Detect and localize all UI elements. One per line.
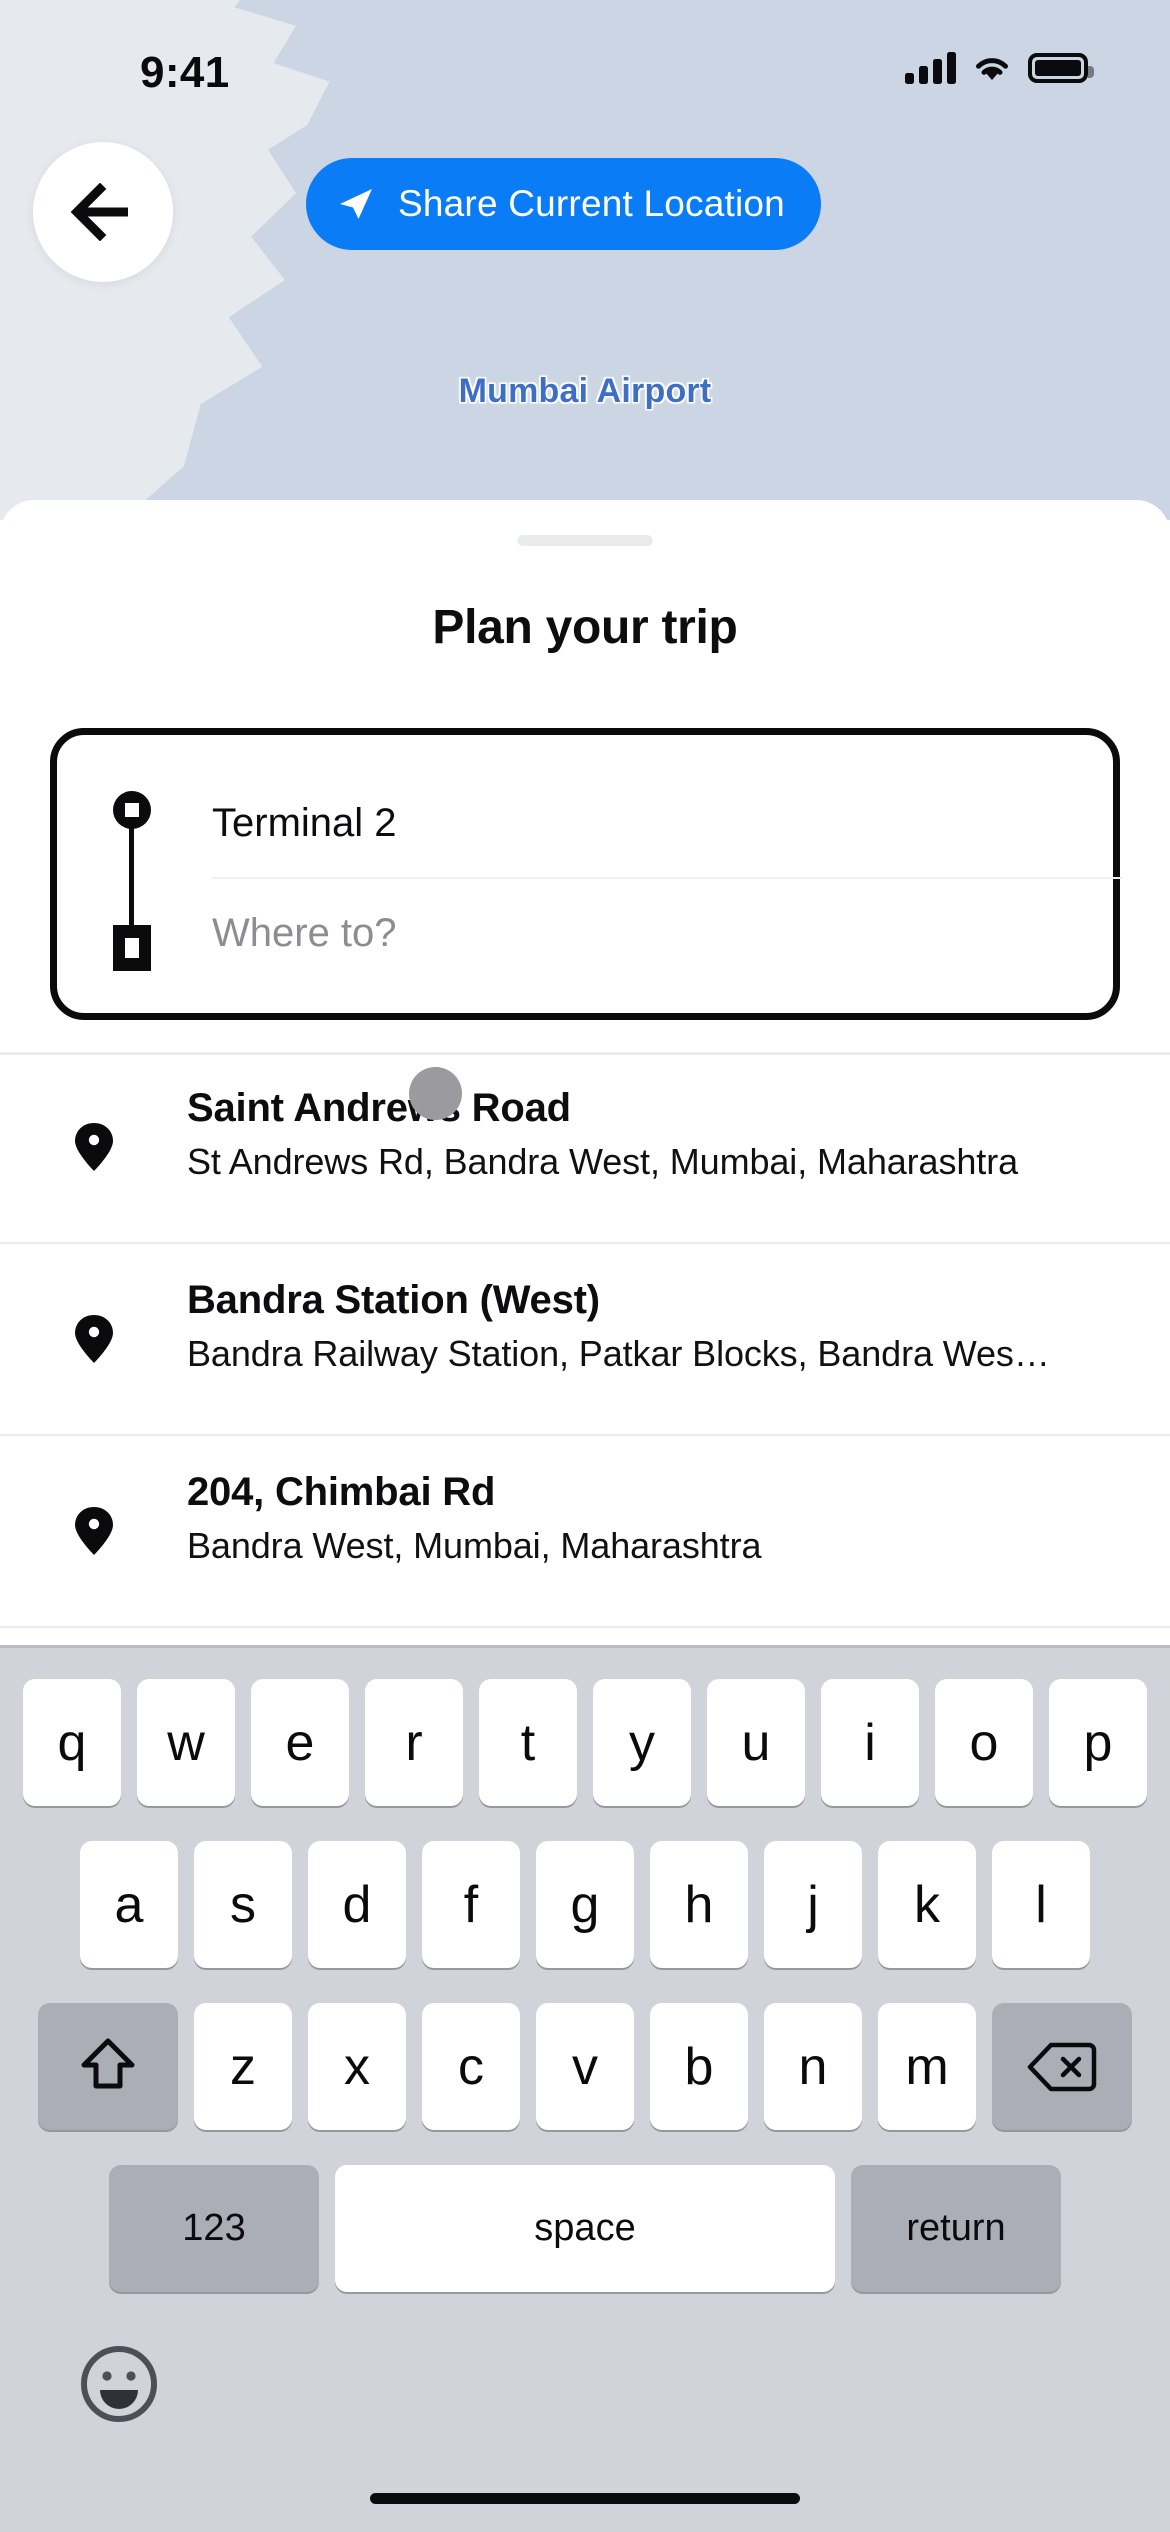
emoji-smiley-icon	[81, 2346, 157, 2422]
keyboard-top-divider	[0, 1645, 1170, 1648]
key-t[interactable]: t	[479, 1679, 577, 1806]
keyboard-row-2: a s d f g h j k l	[0, 1841, 1170, 1968]
emoji-key[interactable]	[78, 2343, 160, 2425]
origin-input[interactable]: Terminal 2	[212, 773, 1092, 873]
route-input-box: Terminal 2 Where to?	[50, 728, 1122, 1020]
arrow-left-icon	[70, 183, 128, 241]
route-connector-line	[129, 825, 134, 933]
page-title: Plan your trip	[432, 601, 738, 654]
key-l[interactable]: l	[992, 1841, 1090, 1968]
shift-arrow-up-icon	[81, 2038, 135, 2088]
share-button-label: Share Current Location	[398, 183, 785, 224]
sheet-grabber-handle[interactable]	[517, 535, 653, 546]
route-field-divider	[212, 877, 1122, 879]
status-bar: 9:41	[0, 0, 1170, 110]
key-u[interactable]: u	[707, 1679, 805, 1806]
list-item-text: 204, Chimbai Rd Bandra West, Mumbai, Mah…	[187, 1470, 1150, 1567]
list-item-title: Saint Andrews Road	[187, 1086, 571, 1130]
map-place-label: Mumbai Airport	[458, 372, 712, 410]
square-destination-icon	[113, 925, 151, 971]
key-f[interactable]: f	[422, 1841, 520, 1968]
key-o[interactable]: o	[935, 1679, 1033, 1806]
return-key[interactable]: return	[851, 2165, 1061, 2292]
phone-screen: Mumbai Airport 9:41 Share Current Locati	[0, 0, 1170, 2532]
backspace-delete-icon	[1027, 2042, 1097, 2091]
status-time: 9:41	[140, 48, 230, 97]
key-a[interactable]: a	[80, 1841, 178, 1968]
key-i[interactable]: i	[821, 1679, 919, 1806]
onscreen-keyboard: q w e r t y u i o p a s d f g h j k l z …	[0, 1645, 1170, 2532]
share-current-location-button[interactable]: Share Current Location	[306, 158, 821, 250]
numbers-key[interactable]: 123	[109, 2165, 319, 2292]
key-m[interactable]: m	[878, 2003, 976, 2130]
keyboard-row-1: q w e r t y u i o p	[0, 1679, 1170, 1806]
back-button[interactable]	[33, 142, 173, 282]
key-x[interactable]: x	[308, 2003, 406, 2130]
map-pin-icon	[75, 1315, 113, 1363]
key-c[interactable]: c	[422, 2003, 520, 2130]
map-pin-icon	[75, 1507, 113, 1555]
navigation-arrow-icon	[340, 189, 372, 219]
shift-key[interactable]	[38, 2003, 178, 2130]
keyboard-row-4: 123 space return	[0, 2165, 1170, 2292]
list-item-subtitle: Bandra Railway Station, Patkar Blocks, B…	[187, 1333, 1050, 1374]
key-s[interactable]: s	[194, 1841, 292, 1968]
map-pin-icon	[75, 1123, 113, 1171]
suggestion-list: Saint Andrews Road St Andrews Rd, Bandra…	[0, 1052, 1170, 1628]
space-key[interactable]: space	[335, 2165, 835, 2292]
scroll-handle[interactable]	[409, 1067, 462, 1120]
keyboard-row-3: z x c v b n m	[0, 2003, 1170, 2130]
key-h[interactable]: h	[650, 1841, 748, 1968]
destination-input[interactable]: Where to?	[212, 883, 1092, 983]
list-item-subtitle: St Andrews Rd, Bandra West, Mumbai, Maha…	[187, 1141, 1018, 1182]
list-item-text: Saint Andrews Road St Andrews Rd, Bandra…	[187, 1086, 1150, 1183]
list-item[interactable]: Saint Andrews Road St Andrews Rd, Bandra…	[0, 1052, 1170, 1244]
route-rail	[104, 777, 158, 971]
key-j[interactable]: j	[764, 1841, 862, 1968]
list-item[interactable]: Bandra Station (West) Bandra Railway Sta…	[0, 1244, 1170, 1436]
home-indicator	[370, 2493, 800, 2504]
key-k[interactable]: k	[878, 1841, 976, 1968]
key-r[interactable]: r	[365, 1679, 463, 1806]
list-item-title: Bandra Station (West)	[187, 1278, 600, 1322]
status-icons	[905, 52, 1094, 84]
key-e[interactable]: e	[251, 1679, 349, 1806]
battery-icon	[1028, 53, 1094, 83]
cellular-signal-icon	[905, 52, 956, 84]
list-item-subtitle: Bandra West, Mumbai, Maharashtra	[187, 1525, 762, 1566]
list-item[interactable]: 204, Chimbai Rd Bandra West, Mumbai, Mah…	[0, 1436, 1170, 1628]
key-q[interactable]: q	[23, 1679, 121, 1806]
key-w[interactable]: w	[137, 1679, 235, 1806]
list-item-text: Bandra Station (West) Bandra Railway Sta…	[187, 1278, 1150, 1375]
key-z[interactable]: z	[194, 2003, 292, 2130]
backspace-key[interactable]	[992, 2003, 1132, 2130]
circle-origin-icon	[113, 791, 151, 829]
key-v[interactable]: v	[536, 2003, 634, 2130]
key-p[interactable]: p	[1049, 1679, 1147, 1806]
key-y[interactable]: y	[593, 1679, 691, 1806]
list-item-title: 204, Chimbai Rd	[187, 1470, 496, 1514]
wifi-icon	[976, 58, 1008, 80]
key-d[interactable]: d	[308, 1841, 406, 1968]
key-g[interactable]: g	[536, 1841, 634, 1968]
key-b[interactable]: b	[650, 2003, 748, 2130]
key-n[interactable]: n	[764, 2003, 862, 2130]
